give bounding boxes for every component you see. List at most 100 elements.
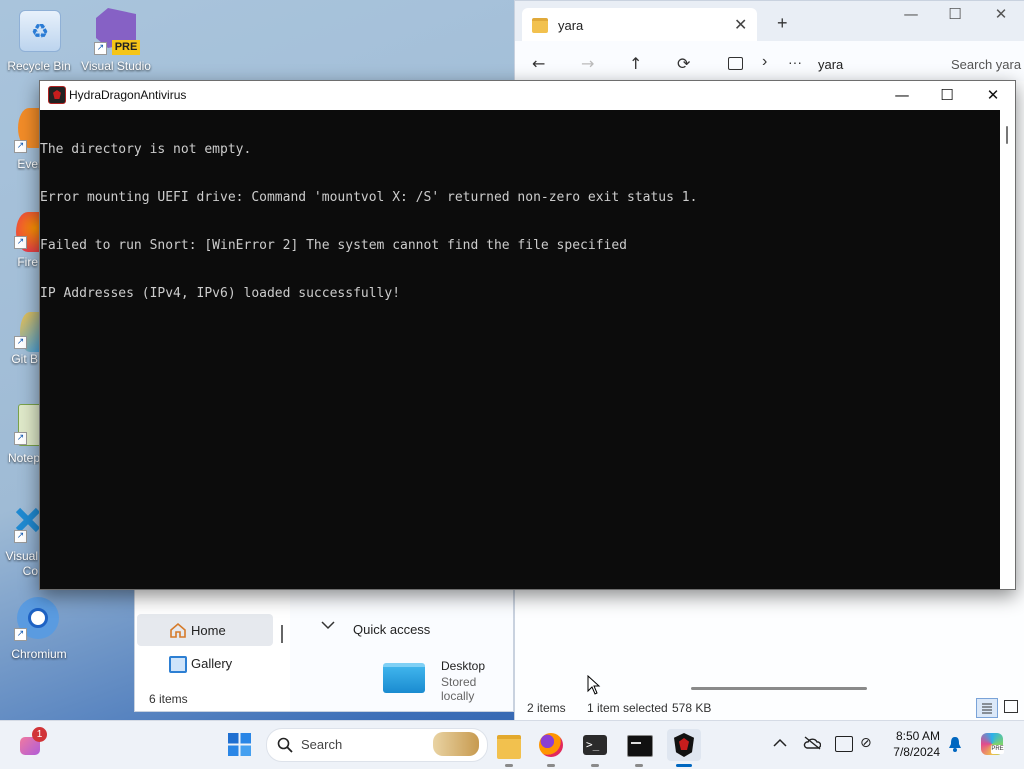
console-line: IP Addresses (IPv4, IPv6) loaded success… bbox=[40, 286, 401, 301]
maximize-icon[interactable]: ☐ bbox=[932, 86, 962, 104]
search-highlight-image bbox=[433, 732, 479, 756]
quick-item-name: Desktop bbox=[441, 659, 486, 673]
selection-size: 578 KB bbox=[672, 701, 712, 715]
explorer-toolbar: ← → ↑ ⟳ › ··· yara Search yara bbox=[515, 41, 1024, 81]
notification-bell-icon[interactable] bbox=[948, 736, 962, 755]
chevron-right-icon[interactable]: › bbox=[762, 53, 767, 71]
desktop-icon-label: Visual bbox=[5, 549, 38, 563]
shortcut-arrow-icon: ↗ bbox=[14, 236, 27, 249]
show-hidden-icons-button[interactable] bbox=[773, 737, 787, 751]
pane-splitter[interactable] bbox=[281, 625, 283, 643]
desktop-icon-label: Git B bbox=[11, 352, 38, 366]
home-icon bbox=[170, 622, 186, 638]
hydradragon-icon bbox=[674, 733, 694, 757]
quick-access-item-desktop[interactable]: Desktop Stored locally bbox=[381, 657, 513, 703]
taskbar-firefox[interactable] bbox=[535, 729, 567, 761]
shortcut-arrow-icon: ↗ bbox=[14, 336, 27, 349]
search-placeholder: Search bbox=[301, 737, 343, 752]
desktop-icon-label: Fire bbox=[17, 255, 38, 269]
desktop-icon-label: Notep bbox=[7, 451, 40, 465]
windows-logo-icon bbox=[228, 733, 251, 756]
shortcut-arrow-icon: ↗ bbox=[94, 42, 107, 55]
more-icon[interactable]: ··· bbox=[788, 54, 802, 70]
recycle-bin-icon: ♻ bbox=[19, 10, 61, 52]
item-count: 6 items bbox=[149, 692, 188, 706]
hydradragon-app-icon bbox=[48, 86, 66, 104]
running-indicator bbox=[547, 764, 555, 767]
running-indicator bbox=[591, 764, 599, 767]
onedrive-offline-icon[interactable] bbox=[803, 736, 822, 753]
close-icon[interactable]: ✕ bbox=[978, 86, 1008, 104]
close-tab-icon[interactable]: ✕ bbox=[734, 15, 747, 34]
nav-item-label: Gallery bbox=[191, 656, 233, 671]
desktop-icon-label: Chromium bbox=[11, 647, 67, 661]
tab-title: yara bbox=[558, 18, 584, 33]
terminal-icon: >_ bbox=[583, 735, 607, 755]
shortcut-arrow-icon: ↗ bbox=[14, 628, 27, 641]
copilot-icon[interactable]: PRE bbox=[981, 733, 1004, 755]
maximize-icon[interactable]: ☐ bbox=[940, 5, 970, 23]
tab-yara[interactable]: yara ✕ bbox=[522, 8, 757, 41]
search-icon bbox=[277, 737, 293, 753]
console-title: HydraDragonAntivirus bbox=[69, 88, 187, 102]
section-quick-access[interactable]: Quick access bbox=[353, 622, 430, 637]
console-line: Failed to run Snort: [WinError 2] The sy… bbox=[40, 238, 627, 253]
console-scrollbar[interactable] bbox=[1000, 110, 1015, 589]
shortcut-arrow-icon: ↗ bbox=[14, 530, 27, 543]
selection-status: 1 item selected bbox=[587, 701, 668, 715]
forward-icon[interactable]: → bbox=[581, 54, 594, 73]
console-window: HydraDragonAntivirus — ☐ ✕ The directory… bbox=[39, 80, 1016, 590]
pre-badge: PRE bbox=[112, 40, 140, 55]
clock[interactable]: 8:50 AM 7/8/2024 bbox=[888, 728, 940, 760]
nav-item-home[interactable]: Home bbox=[137, 614, 273, 646]
clock-time: 8:50 AM bbox=[895, 729, 940, 743]
console-title-bar[interactable]: HydraDragonAntivirus — ☐ ✕ bbox=[40, 81, 1015, 110]
mouse-cursor-icon bbox=[587, 674, 601, 698]
new-tab-button[interactable]: + bbox=[777, 13, 788, 34]
running-indicator bbox=[635, 764, 643, 767]
taskbar-hydradragon[interactable] bbox=[667, 729, 701, 761]
start-button[interactable] bbox=[228, 733, 251, 756]
gallery-icon bbox=[169, 656, 187, 673]
desktop-folder-icon bbox=[383, 663, 425, 693]
desktop-icon-label: Co bbox=[22, 564, 38, 578]
taskbar-file-explorer[interactable] bbox=[493, 729, 525, 761]
back-icon[interactable]: ← bbox=[532, 54, 545, 73]
shortcut-arrow-icon: ↗ bbox=[14, 140, 27, 153]
widgets-button[interactable]: 1 bbox=[18, 727, 47, 757]
svg-text:♻: ♻ bbox=[31, 19, 49, 43]
nav-item-label: Home bbox=[191, 623, 226, 638]
folder-icon bbox=[497, 735, 521, 759]
horizontal-scrollbar[interactable] bbox=[691, 687, 867, 690]
quick-item-subtitle: Stored locally bbox=[441, 675, 477, 703]
chevron-down-icon[interactable] bbox=[321, 619, 335, 633]
refresh-icon[interactable]: ⟳ bbox=[677, 54, 690, 73]
taskbar-command-prompt[interactable] bbox=[623, 729, 655, 761]
chevron-up-icon bbox=[773, 738, 787, 747]
clock-date: 7/8/2024 bbox=[893, 745, 940, 759]
cmd-icon bbox=[627, 735, 653, 757]
active-indicator bbox=[676, 764, 692, 767]
taskbar-terminal[interactable]: >_ bbox=[579, 729, 611, 761]
network-icon[interactable] bbox=[835, 736, 853, 752]
taskbar-search[interactable]: Search bbox=[266, 728, 488, 762]
scrollbar-thumb[interactable] bbox=[1006, 126, 1008, 144]
firefox-icon bbox=[539, 733, 563, 757]
volume-muted-icon[interactable]: ⊘ bbox=[860, 735, 872, 751]
console-output[interactable]: The directory is not empty. Error mounti… bbox=[40, 110, 1000, 589]
folder-icon bbox=[532, 18, 548, 33]
taskbar: 1 Search >_ ⊘ 8:50 AM 7/8/2024 PRE bbox=[0, 720, 1024, 769]
console-line: The directory is not empty. bbox=[40, 142, 252, 157]
nav-item-gallery[interactable]: Gallery bbox=[137, 650, 273, 678]
console-line: Error mounting UEFI drive: Command 'moun… bbox=[40, 190, 698, 205]
minimize-icon[interactable]: — bbox=[887, 86, 917, 104]
search-input[interactable]: Search yara bbox=[951, 57, 1021, 72]
close-icon[interactable]: ✕ bbox=[986, 5, 1016, 23]
view-icon[interactable] bbox=[728, 57, 743, 70]
details-view-icon[interactable] bbox=[976, 698, 998, 718]
up-icon[interactable]: ↑ bbox=[629, 54, 642, 73]
desktop-icon-label: Visual Studio bbox=[81, 59, 151, 73]
address-segment-yara[interactable]: yara bbox=[818, 57, 843, 72]
tiles-view-icon[interactable] bbox=[1004, 700, 1018, 713]
minimize-icon[interactable]: — bbox=[896, 5, 926, 23]
